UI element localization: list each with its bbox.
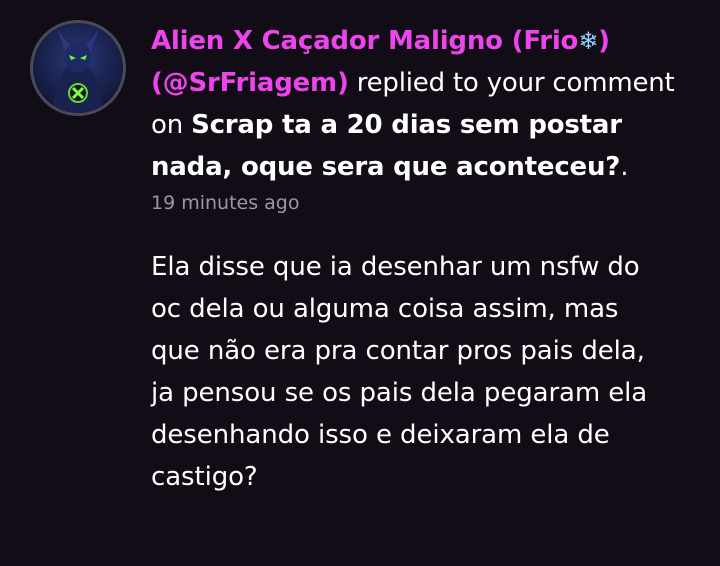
post-title-link[interactable]: Scrap ta a 20 dias sem postar nada, oque… [151,110,622,182]
reply-text: Ela disse que ia desenhar um nsfw do oc … [151,252,648,492]
user-name-close: ) [598,26,610,56]
notification-content: Alien X Caçador Maligno (Frio❄) (@SrFriag… [151,20,691,498]
user-avatar[interactable] [30,20,126,116]
snowflake-icon: ❄ [578,27,599,55]
user-name-text: Alien X Caçador Maligno (Frio [151,26,579,56]
user-name-link[interactable]: Alien X Caçador Maligno (Frio❄) [151,26,610,56]
alien-avatar-icon [53,29,103,113]
timestamp: 19 minutes ago [151,192,300,214]
notification-header: Alien X Caçador Maligno (Frio❄) (@SrFriag… [151,20,691,188]
post-title-end: . [620,152,629,182]
reply-notification[interactable]: Alien X Caçador Maligno (Frio❄) (@SrFriag… [0,0,720,566]
user-handle-link[interactable]: (@SrFriagem) [151,68,349,98]
